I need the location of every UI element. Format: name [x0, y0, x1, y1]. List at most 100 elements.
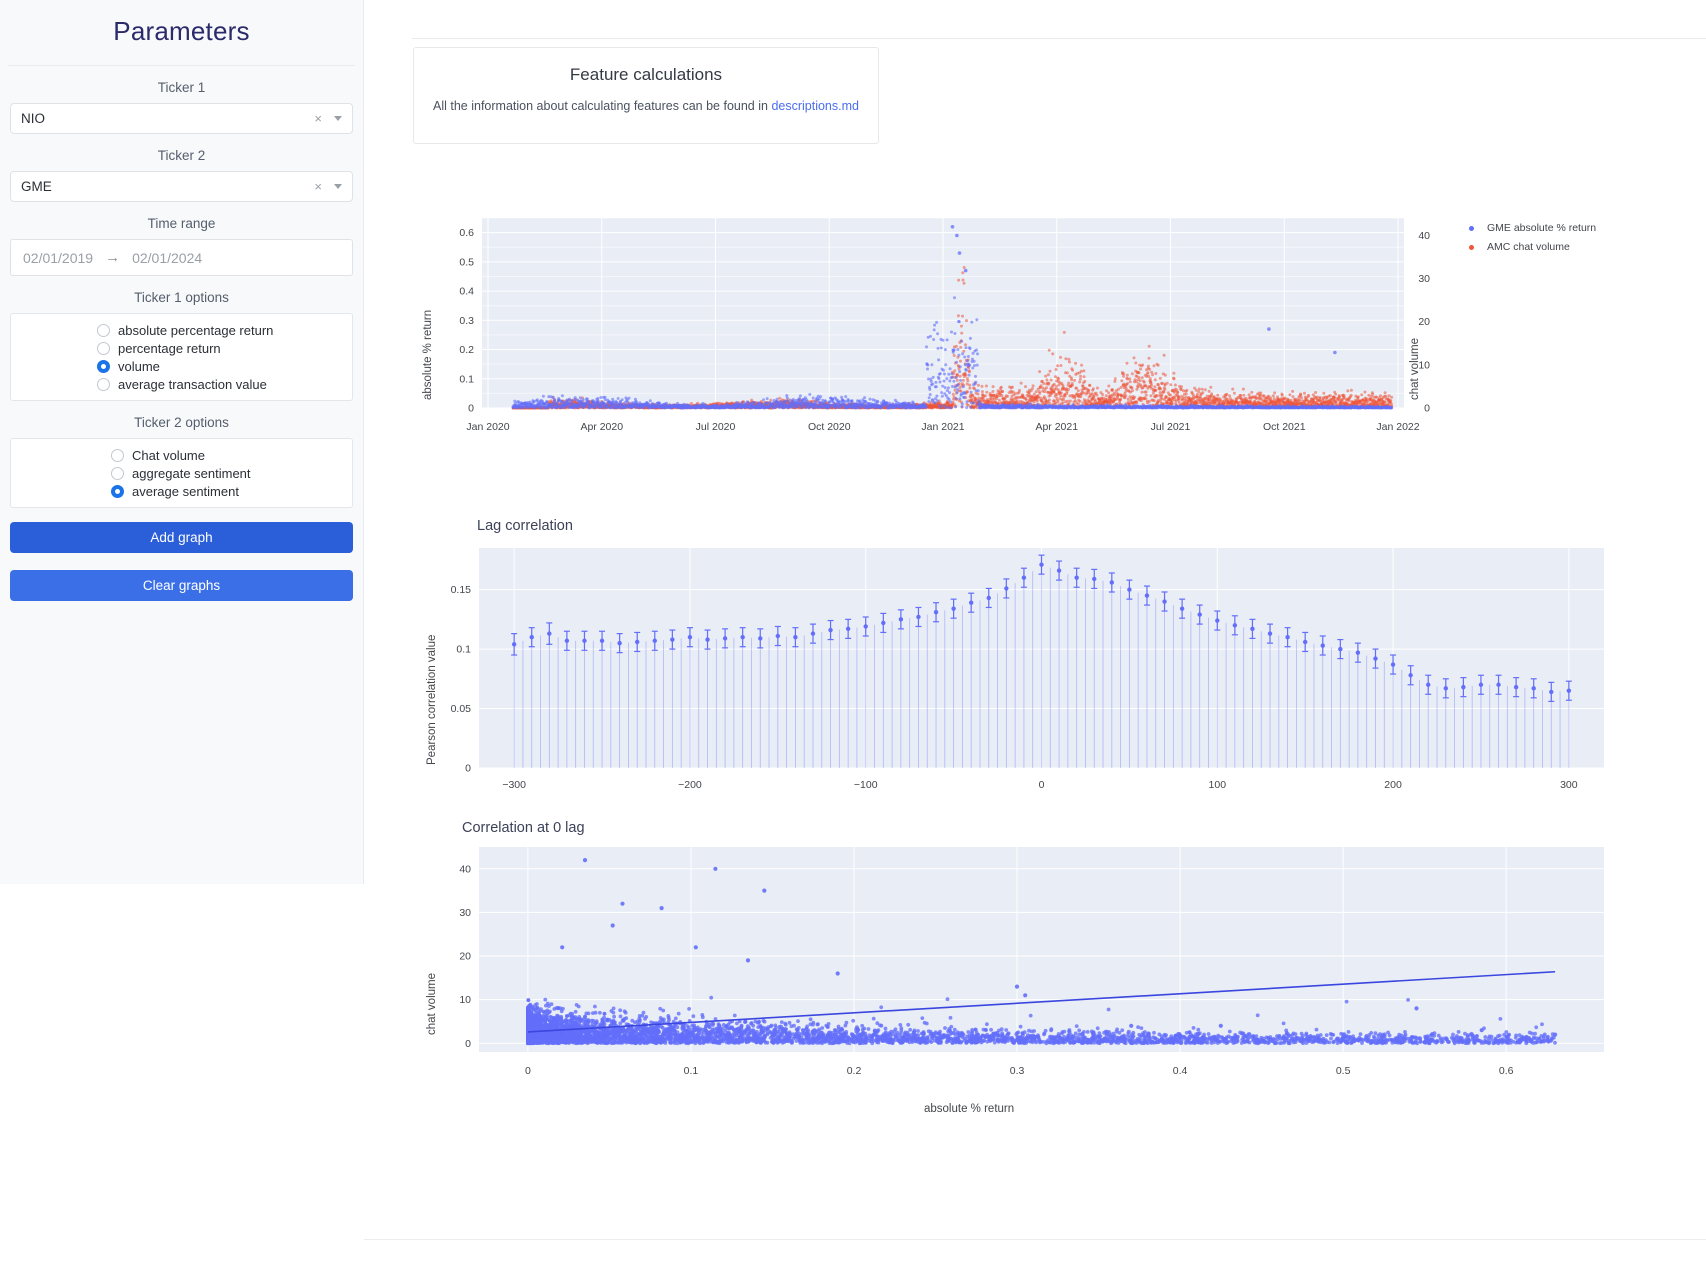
clear-icon[interactable]: × [314, 111, 322, 126]
data-point [1147, 371, 1150, 374]
data-point [1059, 356, 1062, 359]
data-point [1143, 381, 1146, 384]
data-point [1201, 391, 1204, 394]
clear-graphs-button[interactable]: Clear graphs [10, 570, 353, 601]
data-point [1153, 385, 1156, 388]
radio-option-percentage-return[interactable]: percentage return [11, 339, 352, 357]
data-point [1178, 401, 1181, 404]
date-start-input[interactable]: 02/01/2019 [23, 250, 93, 266]
data-point [1350, 394, 1353, 397]
data-point [1204, 388, 1207, 391]
data-point [968, 384, 971, 387]
data-point [1147, 365, 1150, 368]
radio-option-volume[interactable]: volume [11, 357, 352, 375]
data-point [1051, 352, 1054, 355]
data-point [1174, 384, 1177, 387]
data-point [1128, 377, 1131, 380]
data-point [1033, 393, 1036, 396]
radio-icon[interactable] [111, 449, 124, 462]
data-point [1225, 393, 1228, 396]
data-point [1192, 394, 1195, 397]
ticker1-label: Ticker 1 [0, 80, 363, 95]
data-point [570, 399, 573, 402]
data-point [1095, 394, 1098, 397]
data-point [1087, 389, 1090, 392]
x-axis-tick: Apr 2020 [580, 421, 623, 433]
data-point [998, 399, 1001, 402]
data-point [1088, 384, 1091, 387]
data-point [1062, 398, 1065, 401]
data-point [1000, 386, 1003, 389]
data-point [649, 399, 652, 402]
data-point [1048, 349, 1051, 352]
radio-icon[interactable] [97, 378, 110, 391]
radio-icon[interactable] [97, 342, 110, 355]
radio-option-aggregate-sentiment[interactable]: aggregate sentiment [11, 464, 352, 482]
data-point [1074, 362, 1077, 365]
data-point [1228, 394, 1231, 397]
data-point [1078, 381, 1081, 384]
data-point [1150, 384, 1153, 387]
data-point [740, 401, 743, 404]
data-point [1018, 389, 1021, 392]
data-point [1348, 399, 1351, 402]
ticker2-select[interactable]: GME × [10, 171, 353, 202]
data-point [1303, 392, 1306, 395]
data-point [962, 279, 965, 282]
radio-option-average-sentiment[interactable]: average sentiment [11, 482, 352, 500]
data-point [963, 266, 966, 269]
data-point [1292, 395, 1295, 398]
data-point [1357, 395, 1360, 398]
clear-icon[interactable]: × [314, 179, 322, 194]
radio-icon-selected[interactable] [97, 360, 110, 373]
ticker1-select[interactable]: NIO × [10, 103, 353, 134]
data-point [601, 406, 604, 409]
add-graph-button[interactable]: Add graph [10, 522, 353, 553]
radio-icon[interactable] [97, 324, 110, 337]
radio-label: percentage return [118, 341, 221, 356]
data-point [1148, 357, 1151, 360]
top-divider [412, 38, 1706, 39]
chevron-down-icon[interactable] [334, 184, 342, 189]
data-point [1131, 372, 1134, 375]
data-point [1371, 393, 1374, 396]
data-point [959, 390, 962, 393]
data-point [1035, 390, 1038, 393]
data-point [1107, 385, 1110, 388]
data-point [1043, 390, 1046, 393]
data-point [1163, 354, 1166, 357]
radio-option-average-transaction-value[interactable]: average transaction value [11, 375, 352, 393]
data-point [1011, 386, 1014, 389]
data-point [1299, 393, 1302, 396]
data-point [1307, 394, 1310, 397]
data-point [1160, 394, 1163, 397]
radio-icon[interactable] [111, 467, 124, 480]
descriptions-md-link[interactable]: descriptions.md [771, 99, 859, 113]
radio-option-chat-volume[interactable]: Chat volume [11, 446, 352, 464]
data-point [1134, 362, 1137, 365]
data-point [1014, 392, 1017, 395]
data-point [1149, 394, 1152, 397]
data-point [1063, 331, 1066, 334]
data-point [1050, 379, 1053, 382]
data-point [1273, 391, 1276, 394]
data-point [1154, 389, 1157, 392]
data-point [953, 369, 956, 372]
data-point [1210, 392, 1213, 395]
data-point [957, 314, 960, 317]
time-range-picker[interactable]: 02/01/2019 → 02/01/2024 [10, 239, 353, 276]
data-point [977, 384, 980, 387]
data-point [1006, 395, 1009, 398]
radio-icon-selected[interactable] [111, 485, 124, 498]
data-point [1062, 401, 1065, 404]
data-point [574, 396, 577, 399]
chevron-down-icon[interactable] [334, 116, 342, 121]
data-point [1360, 393, 1363, 396]
timeseries-plot-area: 00.10.20.30.40.50.6010203040Jan 2020Apr … [404, 200, 1654, 460]
data-point [1067, 388, 1070, 391]
data-point [1122, 372, 1125, 375]
radio-option-absolute-percentage-return[interactable]: absolute percentage return [11, 321, 352, 339]
data-point [1131, 389, 1134, 392]
date-end-input[interactable]: 02/01/2024 [132, 250, 202, 266]
x-axis-tick: Jul 2020 [696, 421, 736, 433]
